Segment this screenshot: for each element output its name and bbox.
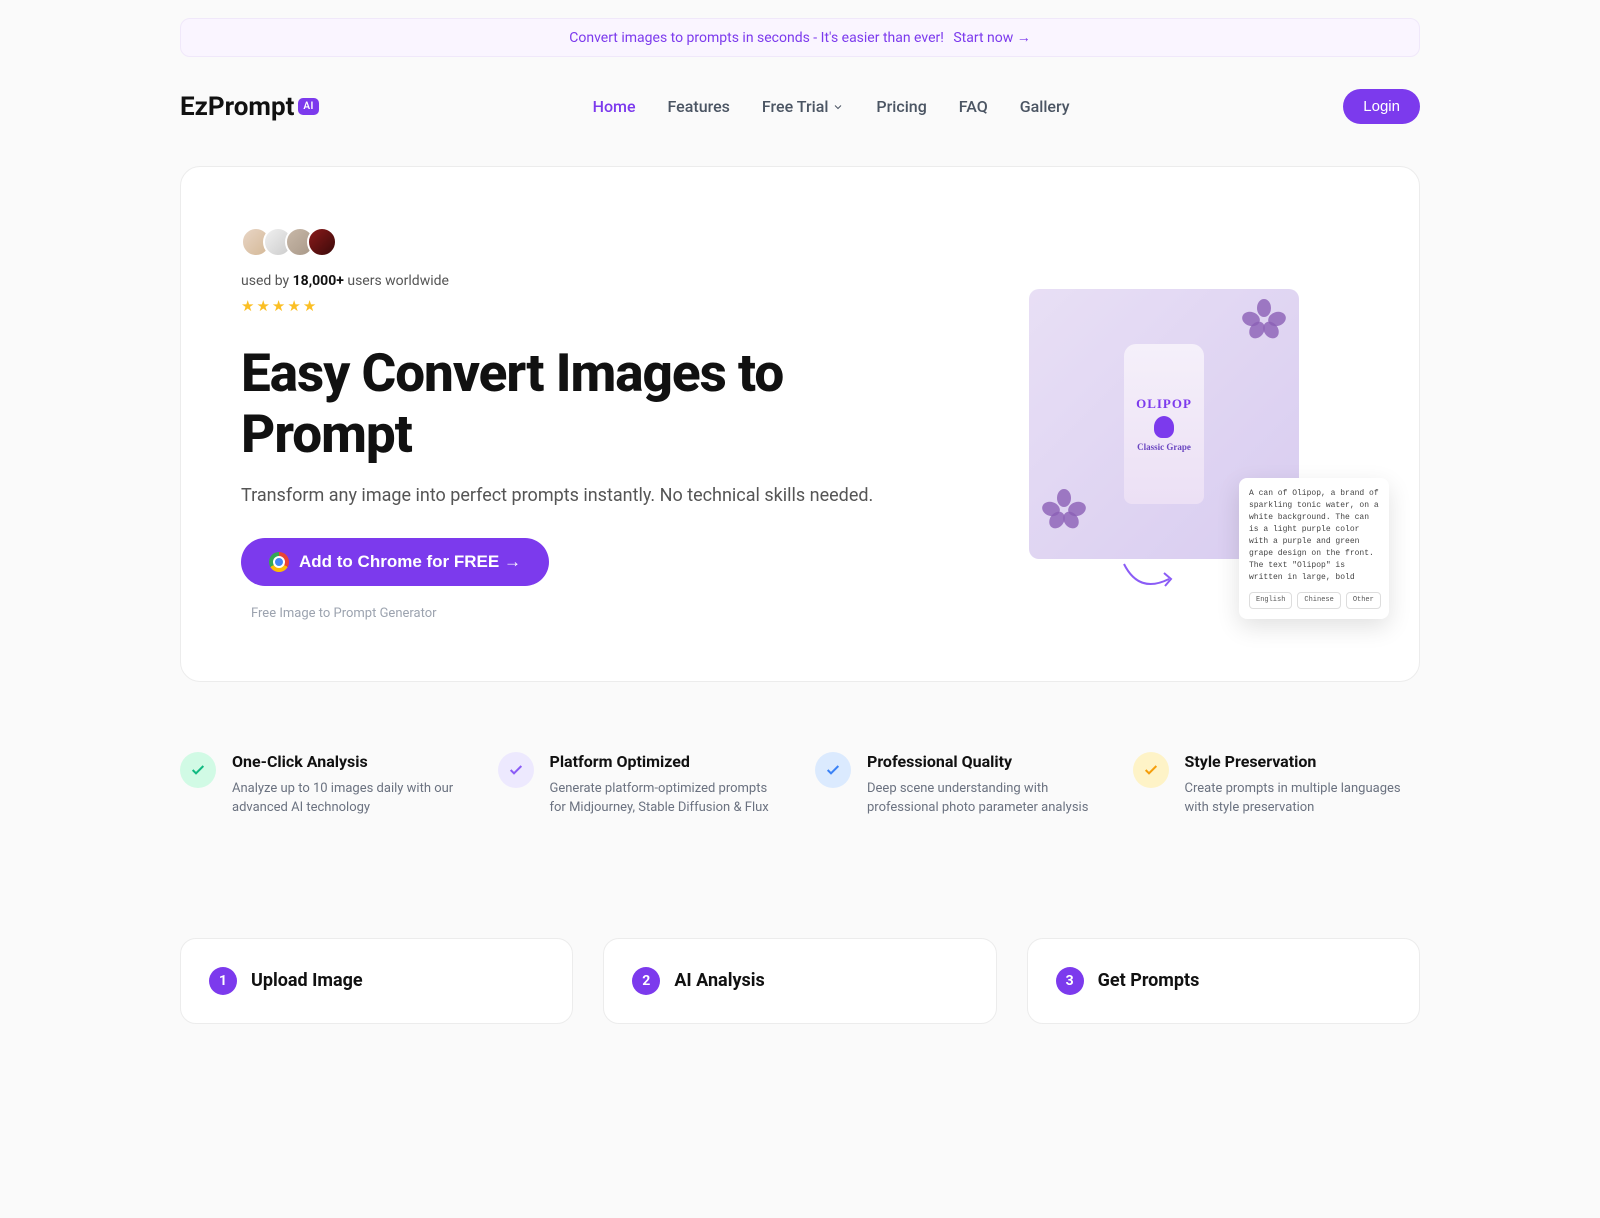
star-icon: ★ <box>256 297 269 315</box>
check-icon <box>498 752 534 788</box>
star-icon: ★ <box>303 297 316 315</box>
hero-demo: OLIPOP Classic Grape A can of Olipop, a … <box>1029 289 1359 559</box>
feature-item: Platform Optimized Generate platform-opt… <box>498 752 786 818</box>
hero-title: Easy Convert Images to Prompt <box>241 343 881 465</box>
hero-content: used by 18,000+ users worldwide ★ ★ ★ ★ … <box>241 227 881 621</box>
step-number: 1 <box>209 967 237 995</box>
flower-decoration <box>1244 299 1284 339</box>
add-to-chrome-button[interactable]: Add to Chrome for FREE → <box>241 538 549 586</box>
feature-desc: Deep scene understanding with profession… <box>867 779 1103 818</box>
feature-item: Style Preservation Create prompts in mul… <box>1133 752 1421 818</box>
nav-faq[interactable]: FAQ <box>959 97 988 116</box>
main-nav: Home Features Free Trial Pricing FAQ Gal… <box>593 97 1070 116</box>
feature-title: Platform Optimized <box>550 752 786 771</box>
nav-gallery[interactable]: Gallery <box>1020 97 1070 116</box>
banner-text: Convert images to prompts in seconds - I… <box>569 30 944 46</box>
free-note: Free Image to Prompt Generator <box>251 606 881 621</box>
nav-free-trial[interactable]: Free Trial <box>762 97 845 116</box>
star-rating: ★ ★ ★ ★ ★ <box>241 297 881 315</box>
can-brand: OLIPOP <box>1136 396 1192 412</box>
check-icon <box>180 752 216 788</box>
step-number: 2 <box>632 967 660 995</box>
arrow-icon <box>1119 559 1179 599</box>
step-card: 1 Upload Image <box>180 938 573 1024</box>
hero-section: used by 18,000+ users worldwide ★ ★ ★ ★ … <box>180 166 1420 682</box>
used-by-count: 18,000+ <box>293 273 344 289</box>
check-icon <box>815 752 851 788</box>
prompt-preview-card: A can of Olipop, a brand of sparkling to… <box>1239 478 1389 619</box>
logo-text: EzPrompt <box>180 92 294 122</box>
header: EzPrompt AI Home Features Free Trial Pri… <box>180 57 1420 156</box>
product-can: OLIPOP Classic Grape <box>1124 344 1204 504</box>
star-icon: ★ <box>272 297 285 315</box>
step-title: AI Analysis <box>674 970 764 991</box>
feature-desc: Create prompts in multiple languages wit… <box>1185 779 1421 818</box>
features-row: One-Click Analysis Analyze up to 10 imag… <box>180 752 1420 818</box>
used-by-prefix: used by <box>241 273 293 289</box>
user-avatars <box>241 227 881 257</box>
star-icon: ★ <box>241 297 254 315</box>
nav-free-trial-label: Free Trial <box>762 97 829 116</box>
logo-badge: AI <box>298 98 319 115</box>
chevron-down-icon <box>832 101 844 113</box>
nav-home[interactable]: Home <box>593 97 636 116</box>
step-title: Upload Image <box>251 970 363 991</box>
cta-label: Add to Chrome for FREE → <box>299 552 521 572</box>
used-by-text: used by 18,000+ users worldwide <box>241 273 881 289</box>
feature-desc: Analyze up to 10 images daily with our a… <box>232 779 468 818</box>
feature-title: Professional Quality <box>867 752 1103 771</box>
step-card: 2 AI Analysis <box>603 938 996 1024</box>
feature-desc: Generate platform-optimized prompts for … <box>550 779 786 818</box>
prompt-text: A can of Olipop, a brand of sparkling to… <box>1249 488 1379 584</box>
lang-chip-other[interactable]: Other <box>1346 592 1381 609</box>
lang-chip-chinese[interactable]: Chinese <box>1297 592 1340 609</box>
logo[interactable]: EzPrompt AI <box>180 92 319 122</box>
chrome-icon <box>269 552 289 572</box>
promo-banner[interactable]: Convert images to prompts in seconds - I… <box>180 18 1420 57</box>
used-by-suffix: users worldwide <box>344 273 449 289</box>
lang-chip-english[interactable]: English <box>1249 592 1292 609</box>
nav-pricing[interactable]: Pricing <box>876 97 926 116</box>
step-card: 3 Get Prompts <box>1027 938 1420 1024</box>
language-chips: English Chinese Other <box>1249 592 1379 609</box>
grape-icon <box>1154 416 1174 438</box>
step-number: 3 <box>1056 967 1084 995</box>
feature-item: Professional Quality Deep scene understa… <box>815 752 1103 818</box>
banner-cta-link[interactable]: Start now → <box>953 30 1030 46</box>
feature-item: One-Click Analysis Analyze up to 10 imag… <box>180 752 468 818</box>
step-title: Get Prompts <box>1098 970 1200 991</box>
star-icon: ★ <box>287 297 300 315</box>
feature-title: Style Preservation <box>1185 752 1421 771</box>
steps-row: 1 Upload Image 2 AI Analysis 3 Get Promp… <box>180 938 1420 1024</box>
feature-title: One-Click Analysis <box>232 752 468 771</box>
check-icon <box>1133 752 1169 788</box>
nav-features[interactable]: Features <box>668 97 730 116</box>
hero-subtitle: Transform any image into perfect prompts… <box>241 485 881 506</box>
login-button[interactable]: Login <box>1343 89 1420 124</box>
avatar <box>307 227 337 257</box>
can-flavor: Classic Grape <box>1137 442 1191 452</box>
flower-decoration <box>1044 489 1084 529</box>
